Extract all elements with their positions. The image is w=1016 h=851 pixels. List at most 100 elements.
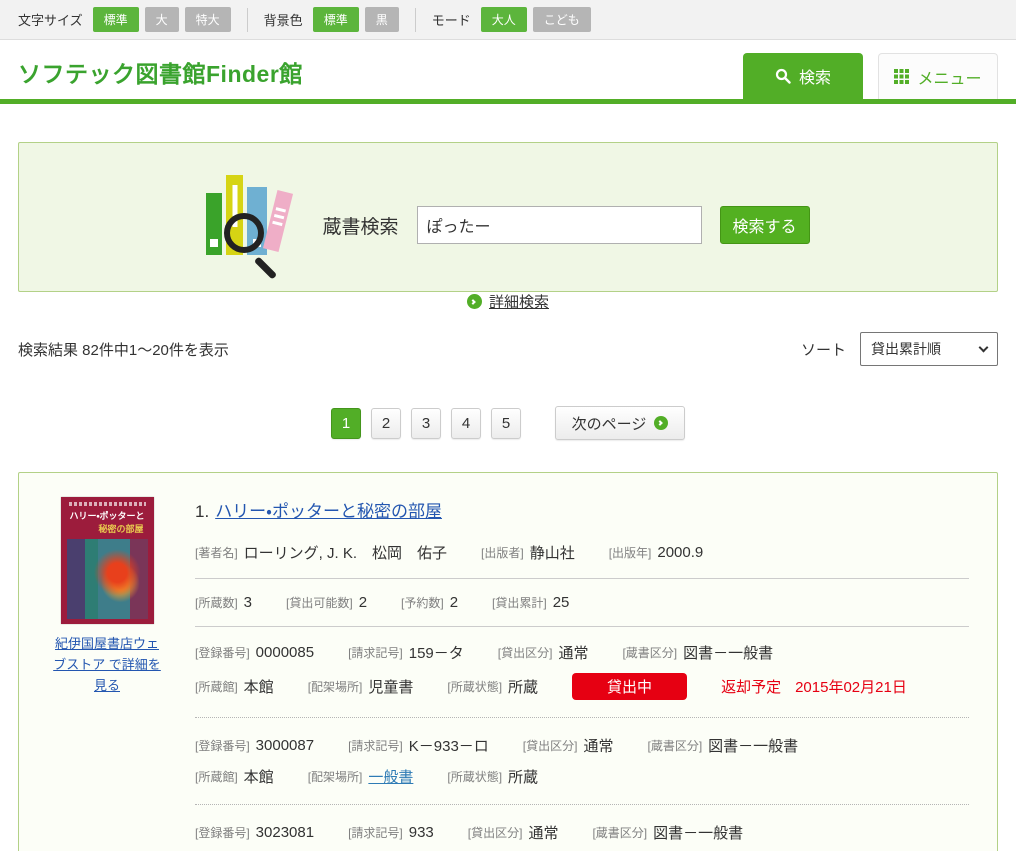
mode-adult-button[interactable]: 大人 xyxy=(481,7,527,32)
lent-out-badge: 貸出中 xyxy=(572,673,687,700)
site-title[interactable]: ソフテック図書館Finder館 xyxy=(18,55,303,89)
results-bar: 検索結果 82件中1〜20件を表示 ソート 貸出累計順 xyxy=(18,332,998,366)
loan-type-value: 通常 xyxy=(583,735,613,756)
library-label: [所蔵館] xyxy=(195,678,238,695)
tab-menu[interactable]: メニュー xyxy=(878,53,998,99)
pubyear-value: 2000.9 xyxy=(657,544,703,561)
page-button-4[interactable]: 4 xyxy=(451,408,481,439)
call-number-value: 159－タ xyxy=(409,642,464,663)
reg-number-value: 3000087 xyxy=(256,737,314,754)
call-number-value: 933 xyxy=(409,824,434,841)
collection-type-label: [蔵書区分] xyxy=(622,644,677,661)
loan-type-label: [貸出区分] xyxy=(498,644,553,661)
shelf-location-link[interactable]: 一般書 xyxy=(368,766,413,787)
background-color-group: 背景色 標準 黒 xyxy=(264,7,399,32)
library-value: 本館 xyxy=(244,676,274,697)
font-size-large-button[interactable]: 大 xyxy=(145,7,179,32)
divider xyxy=(195,578,969,579)
font-size-standard-button[interactable]: 標準 xyxy=(93,7,139,32)
page-button-2[interactable]: 2 xyxy=(371,408,401,439)
site-header: ソフテック図書館Finder館 検索 メニュー xyxy=(0,40,1016,99)
tab-menu-label: メニュー xyxy=(917,65,981,89)
chevron-down-icon xyxy=(979,342,989,352)
grid-menu-icon xyxy=(894,69,909,84)
sort-selected-value: 貸出累計順 xyxy=(871,339,941,359)
call-number-label: [請求記号] xyxy=(348,824,403,841)
collection-type-value: 図書－一般書 xyxy=(708,735,798,756)
reg-number-value: 3023081 xyxy=(256,824,314,841)
collection-type-value: 図書－一般書 xyxy=(653,822,743,843)
collection-search-label: 蔵書検索 xyxy=(322,212,398,239)
bib-meta-row: [著者名]ローリング, J. K. 松岡 佑子 [出版者]静山社 [出版年]20… xyxy=(195,542,969,563)
tab-search[interactable]: 検索 xyxy=(743,53,863,99)
reg-number-label: [登録番号] xyxy=(195,824,250,841)
result-title-link[interactable]: ハリー・ポッターと秘密の部屋 xyxy=(215,502,442,521)
search-input[interactable] xyxy=(417,206,702,244)
holding-state-value: 所蔵 xyxy=(508,676,538,697)
next-page-button[interactable]: 次のページ xyxy=(555,406,685,440)
page-button-3[interactable]: 3 xyxy=(411,408,441,439)
collection-type-value: 図書－一般書 xyxy=(683,642,773,663)
loan-type-label: [貸出区分] xyxy=(468,824,523,841)
author-value: ローリング, J. K. 松岡 佑子 xyxy=(244,542,447,563)
copy-record-2: [登録番号]3000087 [請求記号]K－933－ロ [貸出区分]通常 [蔵書… xyxy=(195,735,969,787)
kinokuniya-store-link[interactable]: 紀伊国屋書店ウェブストア で詳細を見る xyxy=(51,634,163,696)
copy-record-3: [登録番号] 3023081 [請求記号] 933 [貸出区分] 通常 [蔵書区分] 図… xyxy=(195,822,969,851)
pagination: 1 2 3 4 5 次のページ xyxy=(0,406,1016,440)
accessibility-toolbar: 文字サイズ 標準 大 特大 背景色 標準 黒 モード 大人 こども xyxy=(0,0,1016,40)
loan-type-value: 通常 xyxy=(528,822,558,843)
cover-illustration xyxy=(67,539,148,619)
sort-select[interactable]: 貸出累計順 xyxy=(860,332,998,366)
holding-state-label: [所蔵状態] xyxy=(447,678,502,695)
shelf-label: [配架場所] xyxy=(308,768,363,785)
return-due-info: 返却予定 2015年02月21日 xyxy=(721,676,907,697)
mode-label: モード xyxy=(432,10,471,29)
toolbar-divider xyxy=(247,8,248,32)
publisher-value: 静山社 xyxy=(530,542,575,563)
pubyear-label: [出版年] xyxy=(609,544,652,561)
call-number-label: [請求記号] xyxy=(348,737,403,754)
tab-search-label: 検索 xyxy=(799,64,831,88)
bg-black-button[interactable]: 黒 xyxy=(365,7,399,32)
result-item: ハリー・ポッターと 秘密の部屋 紀伊国屋書店ウェブストア で詳細を見る 1. ハリ… xyxy=(47,495,969,851)
collection-search-panel: 蔵書検索 検索する 詳細検索 xyxy=(18,142,998,292)
collection-type-label: [蔵書区分] xyxy=(647,737,702,754)
page-button-5[interactable]: 5 xyxy=(491,408,521,439)
holdings-count-label: [所蔵数] xyxy=(195,594,238,611)
bg-standard-button[interactable]: 標準 xyxy=(313,7,359,32)
book-cover-image[interactable]: ハリー・ポッターと 秘密の部屋 xyxy=(61,497,154,624)
header-accent-bar xyxy=(0,99,1016,104)
lendable-count-label: [貸出可能数] xyxy=(286,594,353,611)
divider xyxy=(195,626,969,627)
mode-kids-button[interactable]: こども xyxy=(533,7,591,32)
shelf-value: 児童書 xyxy=(368,676,413,697)
publisher-label: [出版者] xyxy=(481,544,524,561)
dotted-divider xyxy=(195,717,969,718)
result-number: 1. xyxy=(195,502,209,521)
search-icon xyxy=(775,68,791,84)
return-due-date: 2015年02月21日 xyxy=(795,676,907,697)
total-loans-value: 25 xyxy=(553,594,570,611)
font-size-label: 文字サイズ xyxy=(18,10,83,29)
loan-type-label: [貸出区分] xyxy=(523,737,578,754)
cover-title-line1: ハリー・ポッターと xyxy=(61,509,154,522)
holdings-count-value: 3 xyxy=(244,594,252,611)
search-submit-button[interactable]: 検索する xyxy=(720,206,810,244)
circle-arrow-icon xyxy=(654,416,668,430)
total-loans-label: [貸出累計] xyxy=(492,594,547,611)
page-button-1[interactable]: 1 xyxy=(331,408,361,439)
library-label: [所蔵館] xyxy=(195,768,238,785)
circle-arrow-icon xyxy=(467,294,482,309)
advanced-search-link[interactable]: 詳細検索 xyxy=(489,291,549,312)
cover-title-line2: 秘密の部屋 xyxy=(61,522,154,535)
mode-group: モード 大人 こども xyxy=(432,7,591,32)
collection-type-label: [蔵書区分] xyxy=(592,824,647,841)
next-page-label: 次のページ xyxy=(572,413,647,434)
dotted-divider xyxy=(195,804,969,805)
call-number-value: K－933－ロ xyxy=(409,735,489,756)
font-size-xlarge-button[interactable]: 特大 xyxy=(185,7,231,32)
reservation-count-label: [予約数] xyxy=(401,594,444,611)
books-magnifier-icon xyxy=(206,175,298,275)
lendable-count-value: 2 xyxy=(359,594,367,611)
return-due-label: 返却予定 xyxy=(721,676,781,697)
